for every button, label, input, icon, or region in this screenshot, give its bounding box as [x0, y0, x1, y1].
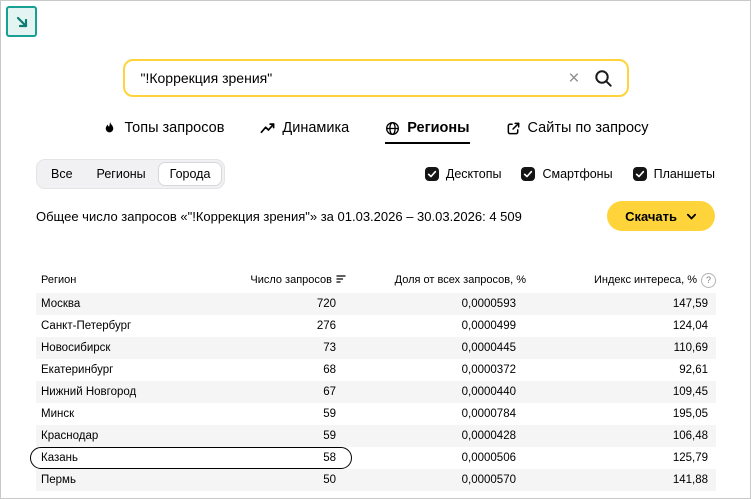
- region-cell: Екатеринбург: [36, 364, 216, 376]
- scope-option-all[interactable]: Все: [39, 162, 85, 186]
- help-icon[interactable]: ?: [701, 273, 716, 288]
- header-region: Регион: [36, 274, 216, 286]
- regions-table: Регион Число запросов Доля от всех запро…: [36, 269, 716, 491]
- tab-label: Регионы: [407, 120, 469, 136]
- index-cell: 147,59: [526, 298, 716, 310]
- region-cell: Минск: [36, 408, 216, 420]
- device-filters: Десктопы Смартфоны Планшеты: [425, 167, 715, 181]
- share-cell: 0,0000428: [346, 430, 526, 442]
- scope-option-regions[interactable]: Регионы: [85, 162, 158, 186]
- index-cell: 124,04: [526, 320, 716, 332]
- table-row: Краснодар 59 0,0000428 106,48: [36, 425, 716, 447]
- table-row: Пермь 50 0,0000570 141,88: [36, 469, 716, 491]
- table-row: Санкт-Петербург 276 0,0000499 124,04: [36, 315, 716, 337]
- checkbox-checked-icon: [633, 167, 647, 181]
- table-row: Минск 59 0,0000784 195,05: [36, 403, 716, 425]
- count-cell: 59: [216, 430, 346, 442]
- table-row: Новосибирск 73 0,0000445 110,69: [36, 337, 716, 359]
- search-icon[interactable]: [594, 69, 613, 88]
- scope-option-cities[interactable]: Города: [158, 162, 223, 186]
- count-cell: 68: [216, 364, 346, 376]
- table-row: Москва 720 0,0000593 147,59: [36, 293, 716, 315]
- header-share: Доля от всех запросов, %: [395, 274, 526, 286]
- share-cell: 0,0000440: [346, 386, 526, 398]
- count-cell: 58: [216, 452, 346, 464]
- count-cell: 720: [216, 298, 346, 310]
- share-cell: 0,0000506: [346, 452, 526, 464]
- download-label: Скачать: [625, 209, 677, 224]
- tab-label: Сайты по запросу: [528, 120, 649, 136]
- index-cell: 92,61: [526, 364, 716, 376]
- count-cell: 50: [216, 474, 346, 486]
- tabs-bar: Топы запросов Динамика Регионы Сайты по …: [1, 120, 750, 144]
- region-cell: Санкт-Петербург: [36, 320, 216, 332]
- download-button[interactable]: Скачать: [607, 201, 715, 231]
- total-queries-summary: Общее число запросов «"!Коррекция зрения…: [36, 201, 522, 224]
- clear-icon[interactable]: ×: [568, 69, 579, 88]
- search-input[interactable]: [139, 69, 569, 87]
- count-cell: 73: [216, 342, 346, 354]
- tab-sites-by-query[interactable]: Сайты по запросу: [506, 120, 649, 144]
- search-input-container: ×: [123, 59, 629, 97]
- filter-desktops[interactable]: Десктопы: [425, 167, 502, 181]
- count-cell: 276: [216, 320, 346, 332]
- index-cell: 106,48: [526, 430, 716, 442]
- region-cell: Москва: [36, 298, 216, 310]
- region-cell: Пермь: [36, 474, 216, 486]
- table-row: Екатеринбург 68 0,0000372 92,61: [36, 359, 716, 381]
- corner-arrow-icon: [6, 6, 37, 37]
- header-count: Число запросов: [250, 274, 332, 286]
- flame-icon: [102, 121, 117, 136]
- tab-label: Динамика: [282, 120, 349, 136]
- share-cell: 0,0000593: [346, 298, 526, 310]
- tab-dynamics[interactable]: Динамика: [260, 120, 349, 144]
- index-cell: 125,79: [526, 452, 716, 464]
- globe-icon: [385, 121, 400, 136]
- scope-switcher: Все Регионы Города: [36, 159, 225, 189]
- index-cell: 141,88: [526, 474, 716, 486]
- tab-label: Топы запросов: [124, 120, 224, 136]
- checkbox-checked-icon: [521, 167, 535, 181]
- share-cell: 0,0000570: [346, 474, 526, 486]
- index-cell: 109,45: [526, 386, 716, 398]
- chevron-down-icon: [686, 211, 697, 222]
- wordstat-regions-page: × Топы запросов Динамика Регионы: [0, 0, 751, 499]
- filter-tablets[interactable]: Планшеты: [633, 167, 715, 181]
- table-row: Нижний Новгород 67 0,0000440 109,45: [36, 381, 716, 403]
- filter-label: Планшеты: [654, 167, 715, 181]
- trend-up-icon: [260, 121, 275, 136]
- checkbox-checked-icon: [425, 167, 439, 181]
- tab-regions[interactable]: Регионы: [385, 120, 469, 144]
- filter-label: Смартфоны: [542, 167, 612, 181]
- search-row: ×: [1, 59, 750, 97]
- region-cell: Краснодар: [36, 430, 216, 442]
- sort-icon[interactable]: [336, 274, 346, 287]
- count-cell: 67: [216, 386, 346, 398]
- filter-label: Десктопы: [446, 167, 502, 181]
- tab-top-queries[interactable]: Топы запросов: [102, 120, 224, 144]
- share-cell: 0,0000445: [346, 342, 526, 354]
- table-row-highlighted: Казань 58 0,0000506 125,79: [36, 447, 716, 469]
- table-header-row: Регион Число запросов Доля от всех запро…: [36, 269, 716, 291]
- count-cell: 59: [216, 408, 346, 420]
- region-cell: Казань: [36, 452, 216, 464]
- share-cell: 0,0000499: [346, 320, 526, 332]
- index-cell: 110,69: [526, 342, 716, 354]
- external-link-icon: [506, 121, 521, 136]
- filter-row: Все Регионы Города Десктопы Смартфоны: [36, 159, 715, 189]
- summary-row: Общее число запросов «"!Коррекция зрения…: [36, 201, 715, 231]
- region-cell: Новосибирск: [36, 342, 216, 354]
- share-cell: 0,0000372: [346, 364, 526, 376]
- filter-smartphones[interactable]: Смартфоны: [521, 167, 612, 181]
- index-cell: 195,05: [526, 408, 716, 420]
- table-body: Москва 720 0,0000593 147,59 Санкт-Петерб…: [36, 293, 716, 491]
- header-index: Индекс интереса, %: [594, 274, 697, 286]
- share-cell: 0,0000784: [346, 408, 526, 420]
- region-cell: Нижний Новгород: [36, 386, 216, 398]
